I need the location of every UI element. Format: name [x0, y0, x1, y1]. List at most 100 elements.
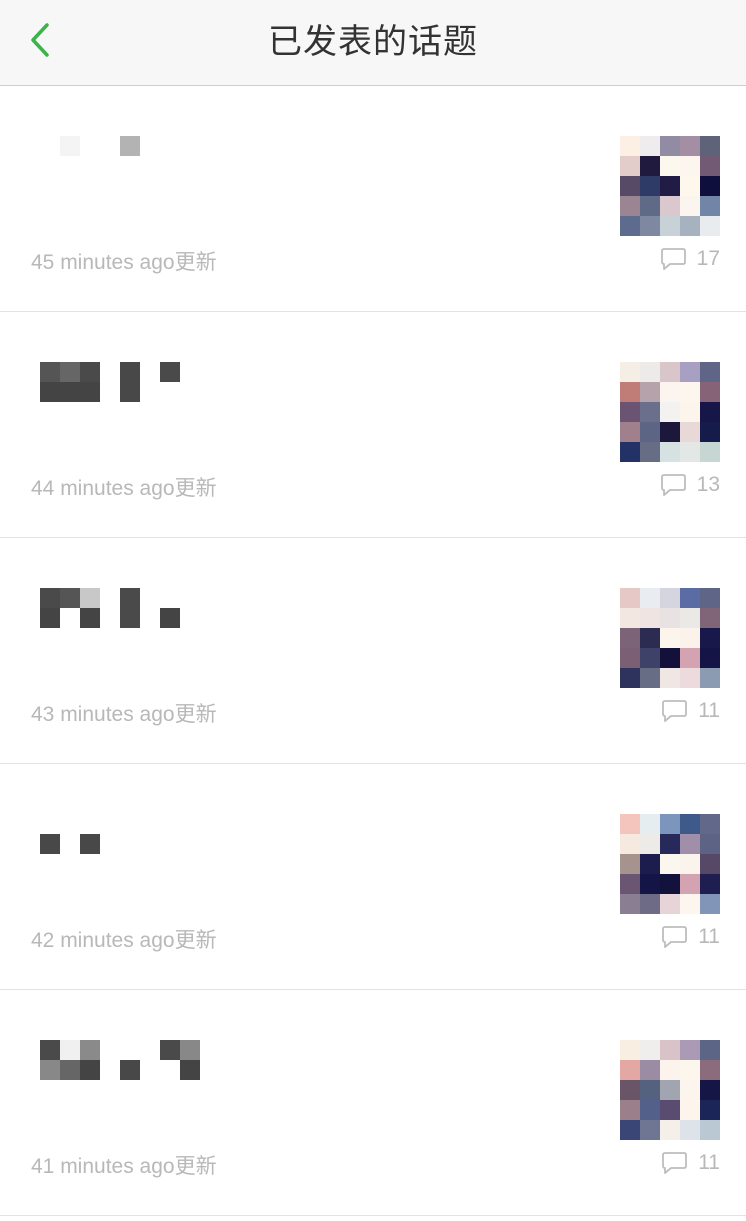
topic-row[interactable]: 43 minutes ago更新 11	[0, 538, 746, 764]
thumbnail-pixel	[660, 668, 680, 688]
thumbnail-pixel	[700, 894, 720, 914]
thumbnail-pixel	[620, 362, 640, 382]
thumbnail-pixel	[640, 362, 660, 382]
topic-row[interactable]: 42 minutes ago更新 11	[0, 764, 746, 990]
mosaic-block	[80, 834, 100, 854]
nav-bar: 已发表的话题	[0, 0, 746, 86]
thumbnail-pixel	[700, 136, 720, 156]
thumbnail-pixel	[640, 894, 660, 914]
thumbnail-pixel	[620, 1040, 640, 1060]
thumbnail-pixel	[700, 1060, 720, 1080]
thumbnail-pixel	[700, 362, 720, 382]
mosaic-block	[60, 136, 80, 156]
thumbnail-pixel	[660, 1060, 680, 1080]
mosaic-block	[60, 382, 80, 402]
mosaic-block	[60, 362, 80, 382]
thumbnail-pixel	[660, 442, 680, 462]
topic-thumbnail	[620, 136, 720, 236]
comment-count: 13	[659, 472, 720, 498]
topic-thumbnail	[620, 588, 720, 688]
thumbnail-pixel	[680, 608, 700, 628]
mosaic-block	[40, 382, 60, 402]
topic-row[interactable]: 45 minutes ago更新 17	[0, 86, 746, 312]
thumbnail-pixel	[620, 834, 640, 854]
thumbnail-pixel	[660, 402, 680, 422]
mosaic-block	[160, 608, 180, 628]
comment-count-value: 11	[698, 699, 720, 722]
thumbnail-pixel	[700, 814, 720, 834]
thumbnail-pixel	[660, 588, 680, 608]
comment-count: 11	[660, 924, 720, 950]
thumbnail-pixel	[640, 422, 660, 442]
thumbnail-pixel	[700, 196, 720, 216]
thumbnail-pixel	[700, 608, 720, 628]
thumbnail-pixel	[680, 648, 700, 668]
thumbnail-pixel	[640, 156, 660, 176]
thumbnail-pixel	[680, 814, 700, 834]
thumbnail-pixel	[660, 136, 680, 156]
thumbnail-pixel	[620, 216, 640, 236]
thumbnail-pixel	[640, 648, 660, 668]
mosaic-block	[60, 1040, 80, 1060]
thumbnail-pixel	[640, 136, 660, 156]
thumbnail-pixel	[640, 176, 660, 196]
thumbnail-pixel	[700, 668, 720, 688]
topic-row[interactable]: 44 minutes ago更新 13	[0, 312, 746, 538]
thumbnail-pixel	[640, 216, 660, 236]
thumbnail-pixel	[660, 362, 680, 382]
thumbnail-pixel	[700, 1100, 720, 1120]
mosaic-block	[120, 608, 140, 628]
thumbnail-pixel	[700, 1120, 720, 1140]
topic-title-mosaic	[40, 588, 240, 648]
thumbnail-pixel	[620, 1120, 640, 1140]
mosaic-block	[40, 1060, 60, 1080]
mosaic-block	[60, 1060, 80, 1080]
mosaic-block	[120, 362, 140, 382]
mosaic-block	[40, 834, 60, 854]
thumbnail-pixel	[700, 422, 720, 442]
thumbnail-pixel	[660, 1100, 680, 1120]
mosaic-block	[80, 362, 100, 382]
topic-list: 45 minutes ago更新 17 44 minutes ago更新 13 …	[0, 86, 746, 1216]
thumbnail-pixel	[620, 422, 640, 442]
thumbnail-pixel	[680, 442, 700, 462]
thumbnail-pixel	[680, 588, 700, 608]
thumbnail-pixel	[660, 196, 680, 216]
comment-count: 11	[660, 1150, 720, 1176]
thumbnail-pixel	[680, 668, 700, 688]
thumbnail-pixel	[680, 1040, 700, 1060]
thumbnail-pixel	[660, 216, 680, 236]
thumbnail-pixel	[620, 1080, 640, 1100]
thumbnail-pixel	[640, 588, 660, 608]
thumbnail-pixel	[660, 874, 680, 894]
thumbnail-pixel	[680, 402, 700, 422]
mosaic-block	[180, 1040, 200, 1060]
thumbnail-pixel	[700, 382, 720, 402]
thumbnail-pixel	[640, 814, 660, 834]
thumbnail-pixel	[640, 854, 660, 874]
topic-title-mosaic	[40, 1040, 240, 1100]
mosaic-block	[120, 382, 140, 402]
thumbnail-pixel	[680, 854, 700, 874]
mosaic-block	[40, 362, 60, 382]
thumbnail-pixel	[640, 442, 660, 462]
thumbnail-pixel	[660, 648, 680, 668]
topic-title-mosaic	[40, 362, 240, 422]
topic-thumbnail	[620, 362, 720, 462]
mosaic-block	[40, 1040, 60, 1060]
thumbnail-pixel	[680, 1120, 700, 1140]
topic-updated-time: 41 minutes ago更新	[31, 1155, 217, 1178]
thumbnail-pixel	[660, 854, 680, 874]
topic-row[interactable]: 41 minutes ago更新 11	[0, 990, 746, 1216]
thumbnail-pixel	[680, 216, 700, 236]
thumbnail-pixel	[620, 874, 640, 894]
thumbnail-pixel	[660, 628, 680, 648]
thumbnail-pixel	[700, 628, 720, 648]
thumbnail-pixel	[680, 382, 700, 402]
thumbnail-pixel	[700, 156, 720, 176]
mosaic-block	[80, 1060, 100, 1080]
thumbnail-pixel	[620, 1100, 640, 1120]
thumbnail-pixel	[660, 608, 680, 628]
mosaic-block	[180, 1060, 200, 1080]
thumbnail-pixel	[680, 156, 700, 176]
